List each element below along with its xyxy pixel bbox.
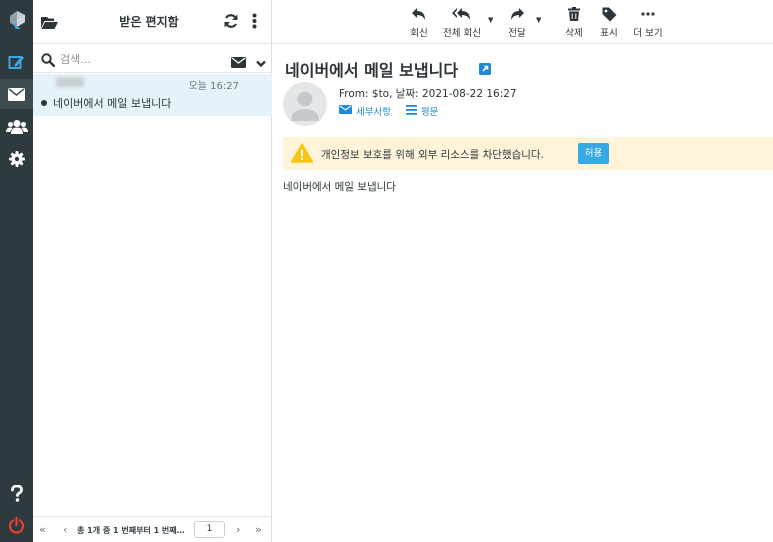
unread-indicator-icon[interactable] [41, 100, 47, 106]
message-toolbar: 회신 전체 회신 ▼ 전달 ▼ 삭제 표시 더 보기 [273, 0, 773, 44]
forward-icon [506, 5, 528, 23]
details-link-label: 세부사항 [356, 107, 391, 118]
trash-icon [562, 5, 586, 23]
pagination-count: 총 1개 중 1 번째부터 1 번째 메일 [77, 526, 185, 535]
warning-icon [290, 143, 314, 167]
envelope-icon [339, 105, 352, 117]
remote-resource-warning: 개인정보 보호를 위해 외부 리소스를 차단했습니다. 허용 [283, 137, 773, 170]
webmail-app: 받은 편지함 검색... 오늘 16:27 네이버에서 메일 보냅니다 « ‹ … [0, 0, 773, 542]
forward-button[interactable]: 전달 [506, 5, 528, 39]
warning-text: 개인정보 보호를 위해 외부 리소스를 차단했습니다. [321, 149, 544, 161]
chevron-down-icon[interactable] [256, 53, 266, 72]
search-filter-mail-icon[interactable] [231, 53, 246, 72]
compose-icon[interactable] [0, 47, 33, 77]
message-date: 오늘 16:27 [188, 81, 239, 92]
message-subject-heading: 네이버에서 메일 보냅니다 [285, 61, 459, 80]
reply-button[interactable]: 회신 [406, 5, 432, 39]
search-icon[interactable] [41, 52, 56, 71]
sender-date-line: From: $to, 날짜: 2021-08-22 16:27 [339, 88, 517, 100]
search-input[interactable] [60, 50, 220, 68]
next-page-icon[interactable]: › [236, 523, 240, 536]
search-bar [33, 45, 272, 73]
more-icon [631, 5, 665, 23]
list-options-icon[interactable] [252, 13, 257, 33]
mark-label: 표시 [600, 28, 618, 39]
previous-page-icon[interactable]: ‹ [63, 523, 67, 536]
allow-remote-button[interactable]: 허용 [578, 143, 609, 164]
open-in-new-window-icon[interactable] [479, 60, 491, 79]
list-pagination: « ‹ 총 1개 중 1 번째부터 1 번째 메일 1 › » [33, 516, 272, 542]
reply-label: 회신 [410, 28, 428, 39]
reply-icon [406, 5, 432, 23]
more-label: 더 보기 [633, 28, 663, 39]
message-list-pane: 받은 편지함 검색... 오늘 16:27 네이버에서 메일 보냅니다 « ‹ … [33, 0, 272, 542]
first-page-icon[interactable]: « [39, 523, 46, 536]
more-button[interactable]: 더 보기 [631, 5, 665, 39]
reply-all-label: 전체 회신 [443, 28, 481, 39]
message-body: 네이버에서 메일 보냅니다 [283, 181, 396, 193]
delete-button[interactable]: 삭제 [562, 5, 586, 39]
contacts-icon[interactable] [0, 111, 33, 141]
logo-icon[interactable] [0, 4, 33, 34]
list-header: 받은 편지함 [33, 0, 272, 44]
folder-open-icon[interactable] [41, 14, 58, 33]
forward-label: 전달 [508, 28, 526, 39]
settings-icon[interactable] [0, 144, 33, 174]
message-subject: 네이버에서 메일 보냅니다 [53, 97, 172, 110]
refresh-icon[interactable] [223, 13, 239, 33]
left-rail [0, 0, 33, 542]
details-link[interactable]: 세부사항 [339, 104, 391, 118]
mark-button[interactable]: 표시 [598, 5, 620, 39]
message-sender-redacted [56, 77, 84, 87]
mail-icon[interactable] [0, 79, 33, 109]
last-page-icon[interactable]: » [255, 523, 262, 536]
folder-title: 받은 편지함 [119, 15, 179, 29]
logout-icon[interactable] [0, 510, 33, 540]
page-number-input[interactable]: 1 [194, 521, 225, 538]
tag-icon [598, 5, 620, 23]
reply-all-dropdown-icon[interactable]: ▼ [488, 16, 493, 24]
reply-all-icon [440, 5, 484, 23]
plain-text-link-label: 평문 [421, 107, 439, 118]
message-list-item[interactable]: 오늘 16:27 네이버에서 메일 보냅니다 [33, 74, 272, 116]
lines-icon [406, 104, 417, 118]
forward-dropdown-icon[interactable]: ▼ [536, 16, 541, 24]
reply-all-button[interactable]: 전체 회신 [440, 5, 484, 39]
help-icon[interactable] [0, 478, 33, 508]
plain-text-link[interactable]: 평문 [406, 104, 438, 118]
sender-avatar [283, 82, 327, 126]
delete-label: 삭제 [565, 28, 583, 39]
